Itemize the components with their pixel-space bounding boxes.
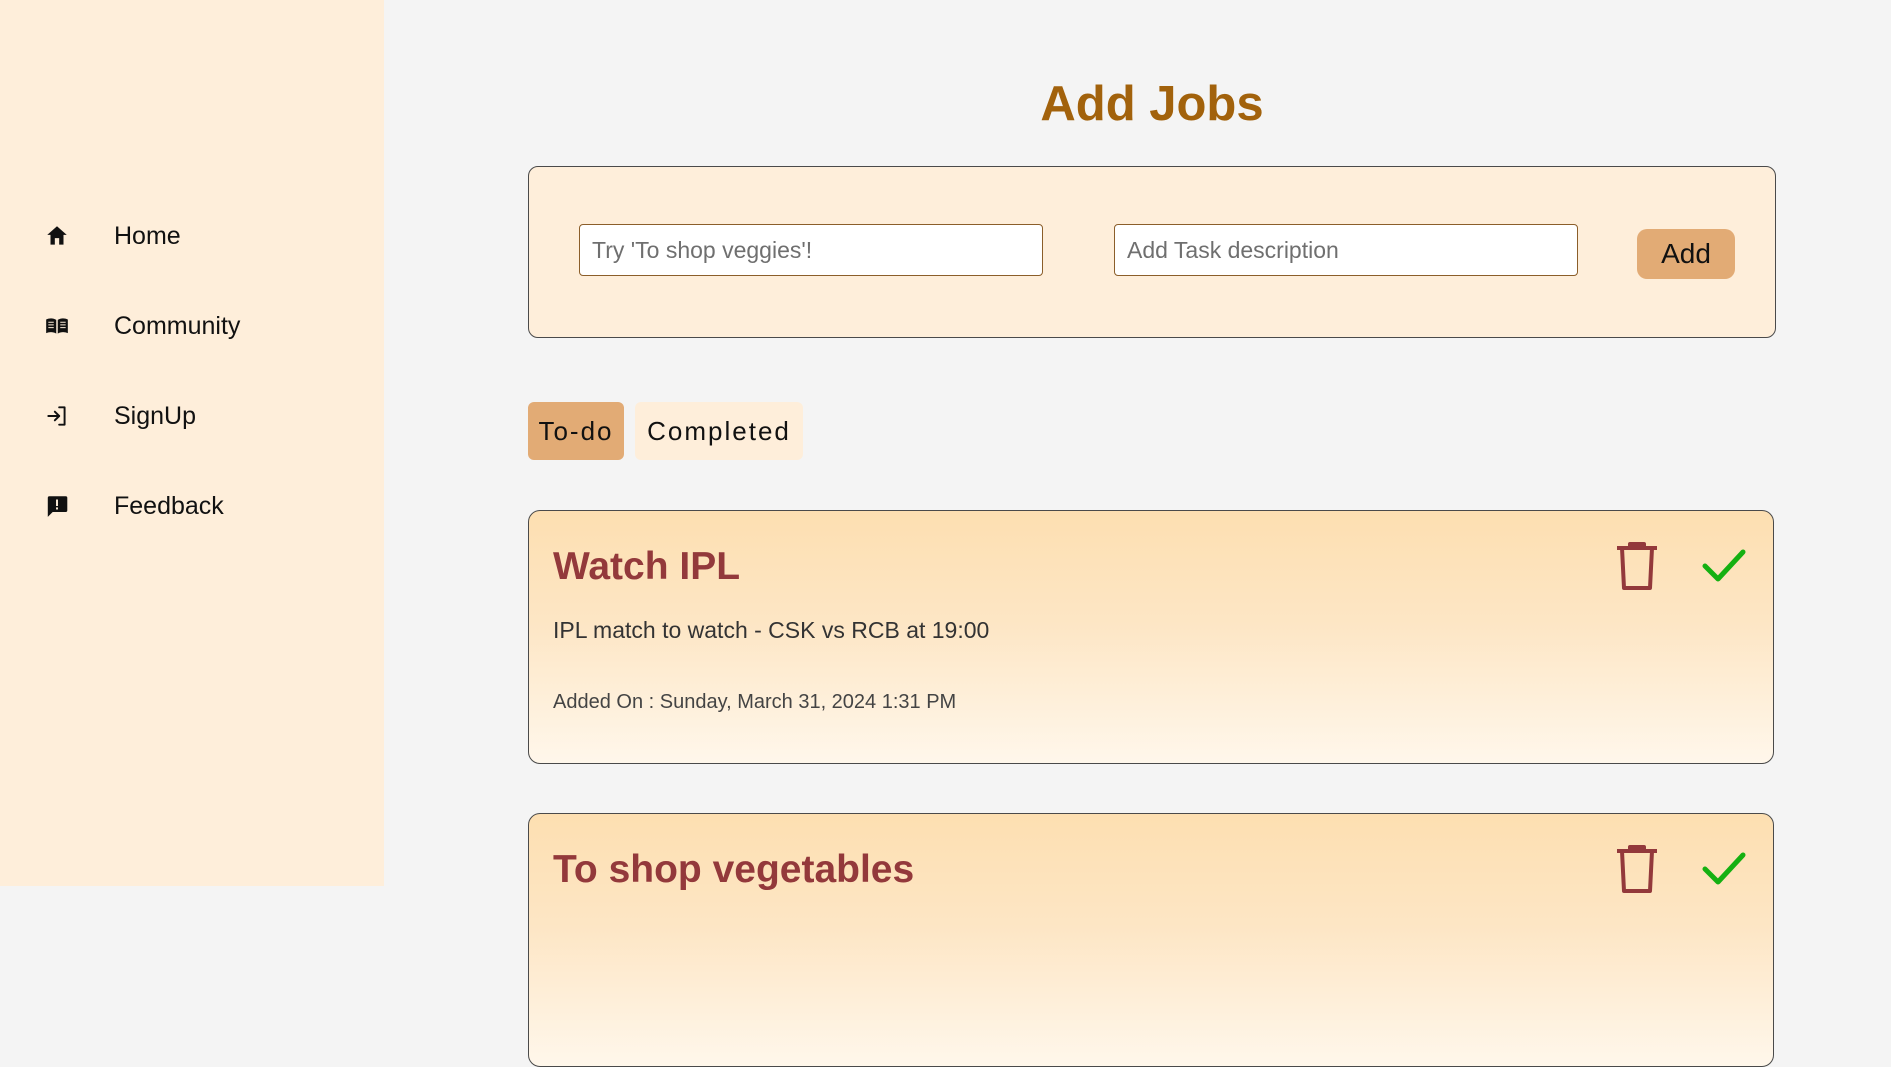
- task-added-date: Added On : Sunday, March 31, 2024 1:31 P…: [553, 691, 957, 713]
- trash-icon: [1617, 845, 1657, 893]
- sidebar-item-label: Community: [114, 311, 241, 340]
- task-title-input[interactable]: [579, 224, 1043, 276]
- tab-completed[interactable]: Completed: [635, 402, 803, 460]
- sidebar-item-label: Home: [114, 221, 181, 250]
- add-button[interactable]: Add: [1637, 229, 1735, 279]
- complete-button[interactable]: [1699, 842, 1749, 896]
- task-title: To shop vegetables: [553, 848, 915, 891]
- sign-in-icon: [42, 401, 72, 431]
- sidebar-item-label: Feedback: [114, 491, 224, 520]
- task-card: To shop vegetables: [528, 813, 1774, 1067]
- complete-button[interactable]: [1699, 539, 1749, 593]
- sidebar-item-signup[interactable]: SignUp: [42, 396, 196, 436]
- delete-button[interactable]: [1612, 842, 1662, 896]
- sidebar-item-label: SignUp: [114, 401, 196, 430]
- tab-todo[interactable]: To-do: [528, 402, 624, 460]
- sidebar-item-feedback[interactable]: Feedback: [42, 486, 224, 526]
- task-description: IPL match to watch - CSK vs RCB at 19:00: [553, 617, 990, 643]
- feedback-icon: [42, 491, 72, 521]
- book-icon: [42, 311, 72, 341]
- delete-button[interactable]: [1612, 539, 1662, 593]
- home-icon: [42, 221, 72, 251]
- task-title: Watch IPL: [553, 545, 741, 588]
- check-icon: [1702, 852, 1746, 885]
- task-description-input[interactable]: [1114, 224, 1578, 276]
- task-card: Watch IPL IPL match to watch - CSK vs RC…: [528, 510, 1774, 764]
- check-icon: [1702, 549, 1746, 582]
- page-title: Add Jobs: [1040, 77, 1264, 131]
- sidebar-item-home[interactable]: Home: [42, 216, 181, 256]
- sidebar-item-community[interactable]: Community: [42, 306, 240, 346]
- add-task-panel: Add: [528, 166, 1776, 338]
- trash-icon: [1617, 542, 1657, 590]
- sidebar: Home Community SignUp Feedback: [0, 0, 384, 886]
